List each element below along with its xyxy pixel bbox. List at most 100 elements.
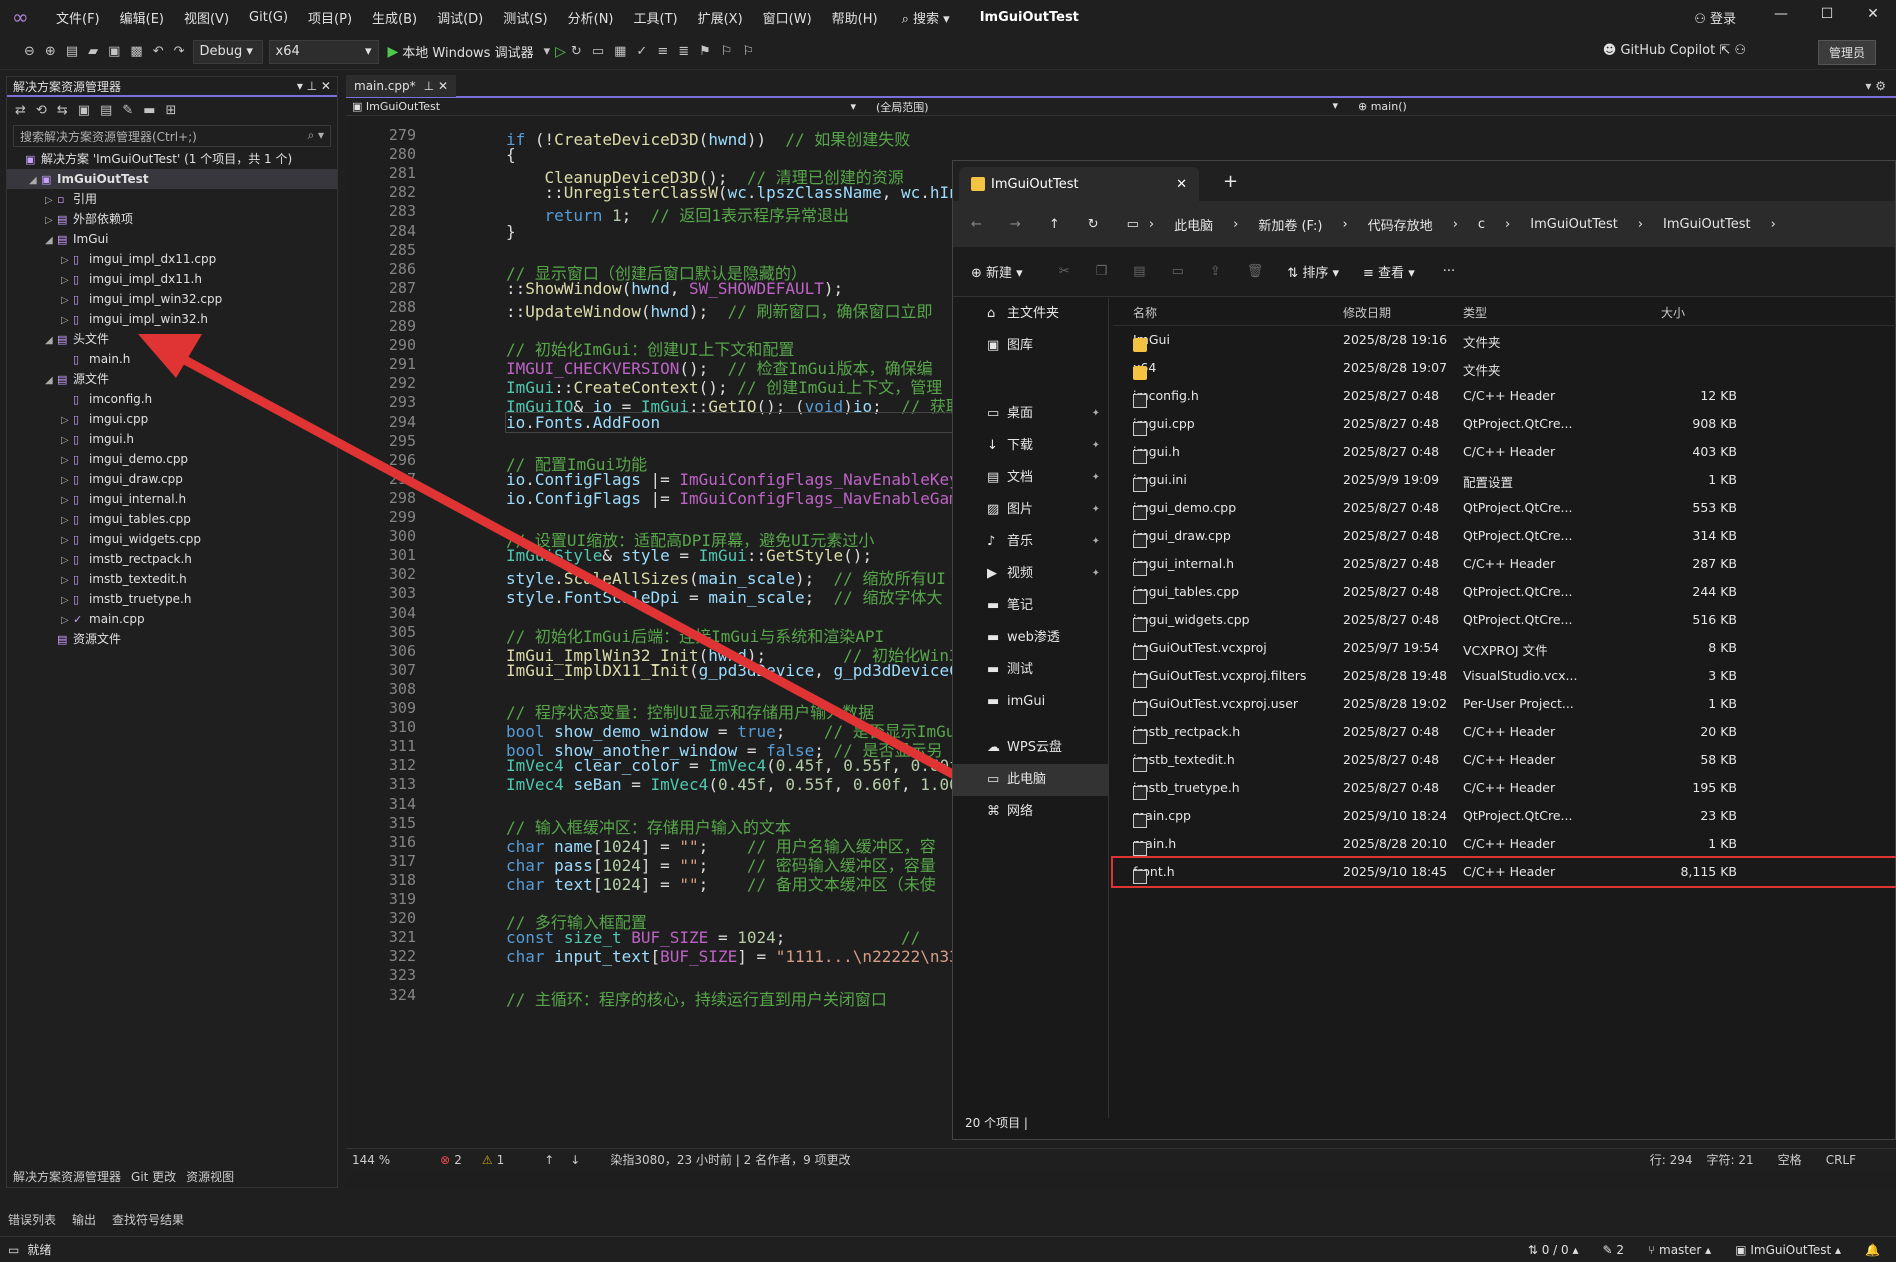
code-line[interactable]: io.ConfigFlags |= ImGuiConfigFlags_NavEn… — [506, 470, 968, 489]
tree-item[interactable]: ▷ ▯ imgui_impl_win32.h — [7, 309, 337, 329]
history-icon[interactable]: ⟲ — [36, 103, 47, 118]
expand-arrow-icon[interactable]: ▷ — [61, 431, 73, 451]
nav-down-icon[interactable]: ↓ — [570, 1153, 580, 1167]
minimize-icon[interactable]: — — [1758, 6, 1804, 22]
expand-arrow-icon[interactable]: ▷ — [61, 291, 73, 311]
tree-item[interactable]: ▯ imconfig.h — [7, 389, 337, 409]
menu-item[interactable]: 分析(N) — [558, 8, 624, 27]
menu-item[interactable]: Git(G) — [239, 10, 298, 25]
tree-item[interactable]: ◢ ▤ 源文件 — [7, 369, 337, 389]
login-button[interactable]: ⚇ 登录 — [1694, 8, 1736, 27]
column-header[interactable]: 大小 — [1661, 304, 1745, 321]
code-line[interactable]: io.ConfigFlags |= ImGuiConfigFlags_NavEn… — [506, 489, 968, 508]
nav-item[interactable]: ▬ web渗透 — [953, 622, 1108, 654]
back-nav-icon[interactable]: ⇆ — [57, 103, 68, 118]
tree-item[interactable]: ▤ 资源文件 — [7, 629, 337, 649]
panel-tab[interactable]: Git 更改 — [131, 1168, 176, 1185]
nav-item[interactable]: ▶ 视频 ✦ — [953, 558, 1108, 590]
panel-tab[interactable]: 解决方案资源管理器 — [13, 1168, 121, 1185]
expand-arrow-icon[interactable]: ▷ — [45, 211, 57, 231]
menu-item[interactable]: 生成(B) — [362, 8, 427, 27]
code-line[interactable]: ImGuiStyle& style = ImGui::GetStyle(); — [506, 546, 872, 565]
column-header[interactable]: 类型 — [1463, 304, 1487, 321]
menu-item[interactable]: 项目(P) — [298, 8, 362, 27]
tree-item[interactable]: ▷ ▯ imstb_textedit.h — [7, 569, 337, 589]
expand-arrow-icon[interactable]: ▷ — [61, 411, 73, 431]
rename-icon[interactable]: ▭ — [1172, 264, 1184, 279]
tree-item[interactable]: ▷ ▯ imgui_draw.cpp — [7, 469, 337, 489]
tree-item[interactable]: ◢ ▤ ImGui — [7, 229, 337, 249]
breadcrumb-item[interactable]: 新加卷 (F:) — [1258, 215, 1322, 234]
back-arrow-icon[interactable]: ← — [971, 217, 982, 232]
nav-item[interactable]: ▬ 笔记 — [953, 590, 1108, 622]
zoom-level[interactable]: 144 % — [352, 1153, 390, 1167]
expand-arrow-icon[interactable]: ▷ — [61, 551, 73, 571]
tree-item[interactable]: ▷ ▯ imgui_internal.h — [7, 489, 337, 509]
code-line[interactable]: // 主循环：程序的核心，持续运行直到用户关闭窗口 — [506, 986, 887, 1010]
bookmark-next-icon[interactable]: ⚐ — [742, 44, 754, 59]
hot-reload-icon[interactable]: ↻ — [571, 44, 582, 59]
nav-item[interactable]: ♪ 音乐 ✦ — [953, 526, 1108, 558]
expand-arrow-icon[interactable]: ◢ — [45, 371, 57, 391]
code-line[interactable]: char input_text[BUF_SIZE] = "1111...\n22… — [506, 947, 968, 966]
menu-item[interactable]: 帮助(H) — [822, 8, 888, 27]
code-line[interactable]: char text[1024] = ""; // 备用文本缓冲区（未使 — [506, 871, 936, 895]
scope-select[interactable]: (全局范围) ▾ — [856, 99, 1338, 115]
file-row[interactable]: ImGuiOutTest.vcxproj 2025/9/7 19:54 VCXPRO… — [1113, 634, 1896, 662]
tree-item[interactable]: ◢ ▤ 头文件 — [7, 329, 337, 349]
redo-icon[interactable]: ↷ — [174, 44, 185, 59]
nav-item[interactable]: ▨ 图片 ✦ — [953, 494, 1108, 526]
nav-item[interactable]: ▤ 文档 ✦ — [953, 462, 1108, 494]
file-row[interactable]: imgui.cpp 2025/8/27 0:48 QtProject.QtCre..… — [1113, 410, 1896, 438]
platform-select[interactable]: x64 ▾ — [268, 39, 379, 64]
open-icon[interactable]: ▰ — [88, 44, 98, 59]
code-line[interactable]: ImGui_ImplDX11_Init(g_pd3dDevice, g_pd3d… — [506, 661, 968, 680]
up-arrow-icon[interactable]: ↑ — [1049, 217, 1060, 232]
code-line[interactable]: } — [506, 222, 516, 241]
delete-icon[interactable]: 🗑 — [1247, 264, 1264, 279]
code-line[interactable]: ::UpdateWindow(hwnd); // 刷新窗口，确保窗口立即 — [506, 298, 932, 322]
new-button[interactable]: ⊕ 新建 ▾ — [971, 262, 1023, 281]
line-ending[interactable]: CRLF — [1826, 1153, 1856, 1167]
nav-up-icon[interactable]: ↑ — [544, 1153, 554, 1167]
nav-item[interactable]: ☁ WPS云盘 — [953, 732, 1108, 764]
file-row[interactable]: main.cpp 2025/9/10 18:24 QtProject.QtCre..… — [1113, 802, 1896, 830]
expand-arrow-icon[interactable]: ▷ — [61, 571, 73, 591]
file-row[interactable]: imgui_widgets.cpp 2025/8/27 0:48 QtProject… — [1113, 606, 1896, 634]
dropdown-icon[interactable]: ▾ — [544, 44, 551, 59]
github-copilot-button[interactable]: ☻ GitHub Copilot ⇱ ⚇ — [1603, 43, 1746, 58]
function-select[interactable]: ⊕ main() — [1338, 100, 1896, 113]
nav-item[interactable]: ⌂ 主文件夹 — [953, 298, 1108, 330]
nav-item[interactable]: ▭ 此电脑 — [953, 764, 1108, 796]
menu-item[interactable]: 视图(V) — [174, 8, 239, 27]
expand-arrow-icon[interactable]: ▷ — [61, 531, 73, 551]
file-row[interactable]: imgui_tables.cpp 2025/8/27 0:48 QtProject.… — [1113, 578, 1896, 606]
file-row[interactable]: imgui_demo.cpp 2025/8/27 0:48 QtProject.Qt… — [1113, 494, 1896, 522]
share-icon[interactable]: ⇪ — [1210, 264, 1221, 279]
git-info[interactable]: 染指3080，23 小时前 | 2 名作者，9 项更改 — [610, 1151, 850, 1168]
nav-item[interactable]: ⌘ 网络 — [953, 796, 1108, 828]
output-tab[interactable]: 查找符号结果 — [112, 1211, 184, 1228]
explorer-tab[interactable]: ImGuiOutTest ✕ — [959, 167, 1199, 201]
whitespace-mode[interactable]: 空格 — [1778, 1151, 1802, 1168]
tree-item[interactable]: ▷ ▯ imgui_impl_dx11.h — [7, 269, 337, 289]
tree-item[interactable]: ◢ ▣ ImGuiOutTest — [7, 169, 337, 189]
file-row[interactable]: ImGuiOutTest.vcxproj.user 2025/8/28 19:02… — [1113, 690, 1896, 718]
file-row[interactable]: imstb_truetype.h 2025/8/27 0:48 C/C++ Head… — [1113, 774, 1896, 802]
git-changes[interactable]: ⇅ 0 / 0 ▴ — [1528, 1243, 1579, 1257]
column-header[interactable]: 名称 — [1133, 304, 1157, 321]
project-select[interactable]: ▣ ImGuiOutTest ▾ — [346, 100, 856, 113]
file-row[interactable]: imgui.h 2025/8/27 0:48 C/C++ Header 403 KB — [1113, 438, 1896, 466]
menu-item[interactable]: 文件(F) — [46, 8, 110, 27]
file-row[interactable]: imstb_rectpack.h 2025/8/27 0:48 C/C++ Head… — [1113, 718, 1896, 746]
tree-item[interactable]: ▷ ▯ imstb_rectpack.h — [7, 549, 337, 569]
folder-icon[interactable]: ▭ — [592, 44, 604, 59]
tree-item[interactable]: ▷ ▯ imgui.cpp — [7, 409, 337, 429]
breadcrumb-item[interactable]: c — [1478, 217, 1485, 232]
show-all-icon[interactable]: ▤ — [100, 103, 112, 118]
solution-search-input[interactable]: 搜索解决方案资源管理器(Ctrl+;) ⌕ ▾ — [13, 125, 331, 147]
maximize-icon[interactable]: ☐ — [1804, 6, 1850, 22]
nav-item[interactable]: ▬ imGui — [953, 686, 1108, 718]
menu-item[interactable]: 窗口(W) — [753, 8, 822, 27]
panel-tab[interactable]: 资源视图 — [186, 1168, 234, 1185]
